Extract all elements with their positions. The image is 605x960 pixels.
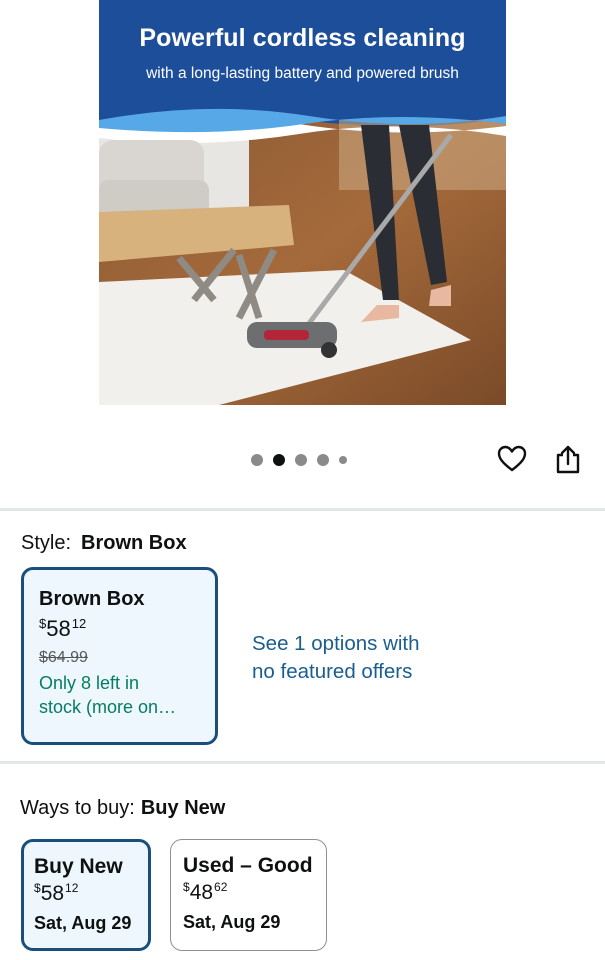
style-label: Style: Brown Box bbox=[21, 532, 187, 555]
carousel-dot[interactable] bbox=[339, 456, 347, 464]
options-link-line-1: See 1 options with bbox=[252, 632, 420, 655]
buy-option-used-good[interactable]: Used – Good $4862 Sat, Aug 29 bbox=[170, 839, 327, 951]
style-option-title: Brown Box bbox=[39, 588, 145, 610]
price-whole: 48 bbox=[189, 881, 214, 904]
divider bbox=[0, 761, 605, 764]
share-icon bbox=[556, 445, 580, 474]
options-link-line-2: no featured offers bbox=[252, 660, 413, 683]
image-headline: Powerful cordless cleaning bbox=[139, 24, 466, 52]
share-button[interactable] bbox=[553, 443, 583, 475]
style-selected-value: Brown Box bbox=[81, 532, 187, 554]
stock-line-2: stock (more on… bbox=[39, 697, 177, 717]
delivery-date: Sat, Aug 29 bbox=[183, 912, 281, 932]
price-whole: 58 bbox=[46, 616, 71, 641]
carousel-dot[interactable] bbox=[295, 454, 307, 466]
carousel-dot[interactable] bbox=[251, 454, 263, 466]
currency-symbol: $ bbox=[34, 881, 41, 895]
stock-status: Only 8 left in stock (more on… bbox=[39, 671, 211, 719]
ways-to-buy-label: Ways to buy: Buy New bbox=[20, 797, 225, 820]
buy-option-new[interactable]: Buy New $5812 Sat, Aug 29 bbox=[21, 839, 151, 951]
price-fraction: 12 bbox=[71, 616, 87, 631]
divider bbox=[0, 508, 605, 511]
buy-option-title: Buy New bbox=[34, 855, 123, 878]
delivery-date: Sat, Aug 29 bbox=[34, 913, 132, 933]
price-fraction: 62 bbox=[214, 880, 228, 894]
currency-symbol: $ bbox=[183, 880, 190, 894]
price-fraction: 12 bbox=[65, 881, 79, 895]
buy-option-title: Used – Good bbox=[183, 854, 313, 877]
stock-line-1: Only 8 left in bbox=[39, 673, 140, 693]
carousel-dot[interactable] bbox=[317, 454, 329, 466]
carousel-dots[interactable] bbox=[251, 453, 347, 467]
style-option-price: $5812 bbox=[39, 617, 215, 640]
ways-to-buy-selected: Buy New bbox=[140, 797, 226, 819]
carousel-dot-active[interactable] bbox=[273, 454, 285, 466]
buy-option-price: $4862 bbox=[183, 881, 326, 903]
list-price: $64.99 bbox=[39, 649, 88, 666]
product-photo bbox=[99, 0, 506, 405]
heart-icon bbox=[497, 445, 527, 472]
see-options-link[interactable]: See 1 options with no featured offers bbox=[252, 630, 492, 686]
buy-option-price: $5812 bbox=[34, 882, 148, 904]
style-label-key: Style: bbox=[21, 532, 72, 554]
product-image[interactable]: Powerful cordless cleaning with a long-l… bbox=[99, 0, 506, 405]
image-subline: with a long-lasting battery and powered … bbox=[146, 65, 459, 82]
price-whole: 58 bbox=[40, 882, 65, 905]
favorite-button[interactable] bbox=[496, 443, 528, 475]
style-option-brown-box[interactable]: Brown Box $5812 $64.99 Only 8 left in st… bbox=[21, 567, 218, 745]
ways-to-buy-key: Ways to buy: bbox=[20, 797, 135, 819]
